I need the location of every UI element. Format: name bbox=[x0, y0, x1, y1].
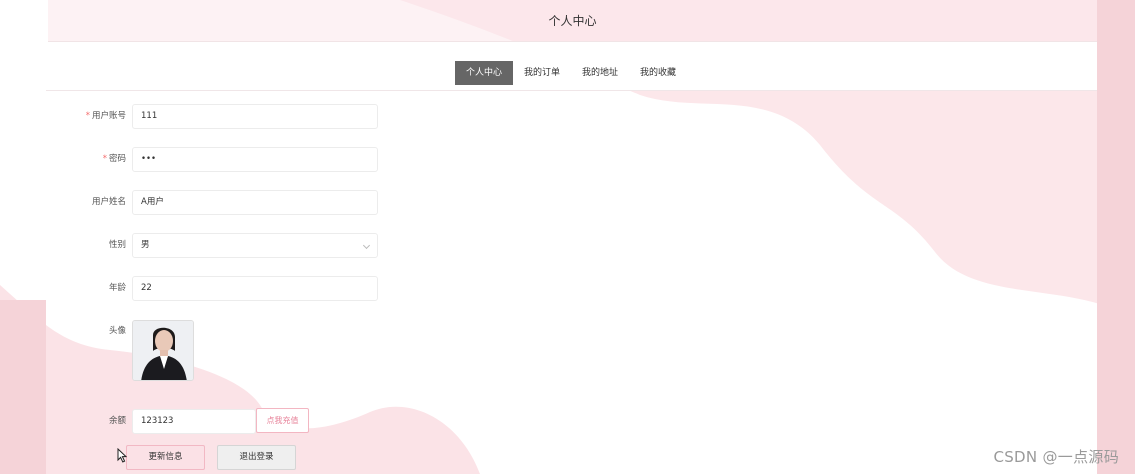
tab-favorites[interactable]: 我的收藏 bbox=[629, 61, 687, 85]
balance-label: 余额 bbox=[108, 416, 126, 426]
logout-button[interactable]: 退出登录 bbox=[217, 445, 296, 470]
password-input[interactable]: ••• bbox=[132, 147, 378, 172]
account-label: * 用户账号 bbox=[85, 111, 126, 121]
page-title: 个人中心 bbox=[548, 14, 597, 28]
name-input[interactable]: A用户 bbox=[132, 190, 378, 215]
gender-label: 性别 bbox=[108, 240, 126, 250]
password-label: * 密码 bbox=[102, 154, 126, 164]
account-input[interactable]: 111 bbox=[132, 104, 378, 129]
required-mark: * bbox=[85, 111, 90, 121]
name-label: 用户姓名 bbox=[91, 197, 126, 207]
watermark: CSDN @一点源码 bbox=[993, 448, 1119, 466]
avatar-label: 头像 bbox=[108, 326, 126, 336]
avatar-upload[interactable] bbox=[132, 320, 194, 381]
tabs: 个人中心 我的订单 我的地址 我的收藏 bbox=[455, 61, 687, 85]
required-mark: * bbox=[102, 154, 107, 164]
age-input[interactable]: 22 bbox=[132, 276, 378, 301]
tab-profile[interactable]: 个人中心 bbox=[455, 61, 514, 85]
balance-input[interactable]: 123123 bbox=[132, 409, 256, 434]
mouse-cursor-icon bbox=[117, 448, 127, 463]
chevron-down-icon bbox=[362, 241, 371, 250]
tab-addresses[interactable]: 我的地址 bbox=[571, 61, 629, 85]
tab-bar: 个人中心 我的订单 我的地址 我的收藏 bbox=[46, 42, 1097, 91]
avatar-image bbox=[133, 321, 193, 380]
recharge-button[interactable]: 点我充值 bbox=[256, 408, 309, 433]
age-label: 年龄 bbox=[108, 283, 126, 293]
page-header: 个人中心 bbox=[48, 0, 1097, 42]
gender-value: 男 bbox=[141, 240, 150, 250]
tab-orders[interactable]: 我的订单 bbox=[513, 61, 571, 85]
update-info-button[interactable]: 更新信息 bbox=[126, 445, 205, 470]
gender-select[interactable]: 男 bbox=[132, 233, 378, 258]
